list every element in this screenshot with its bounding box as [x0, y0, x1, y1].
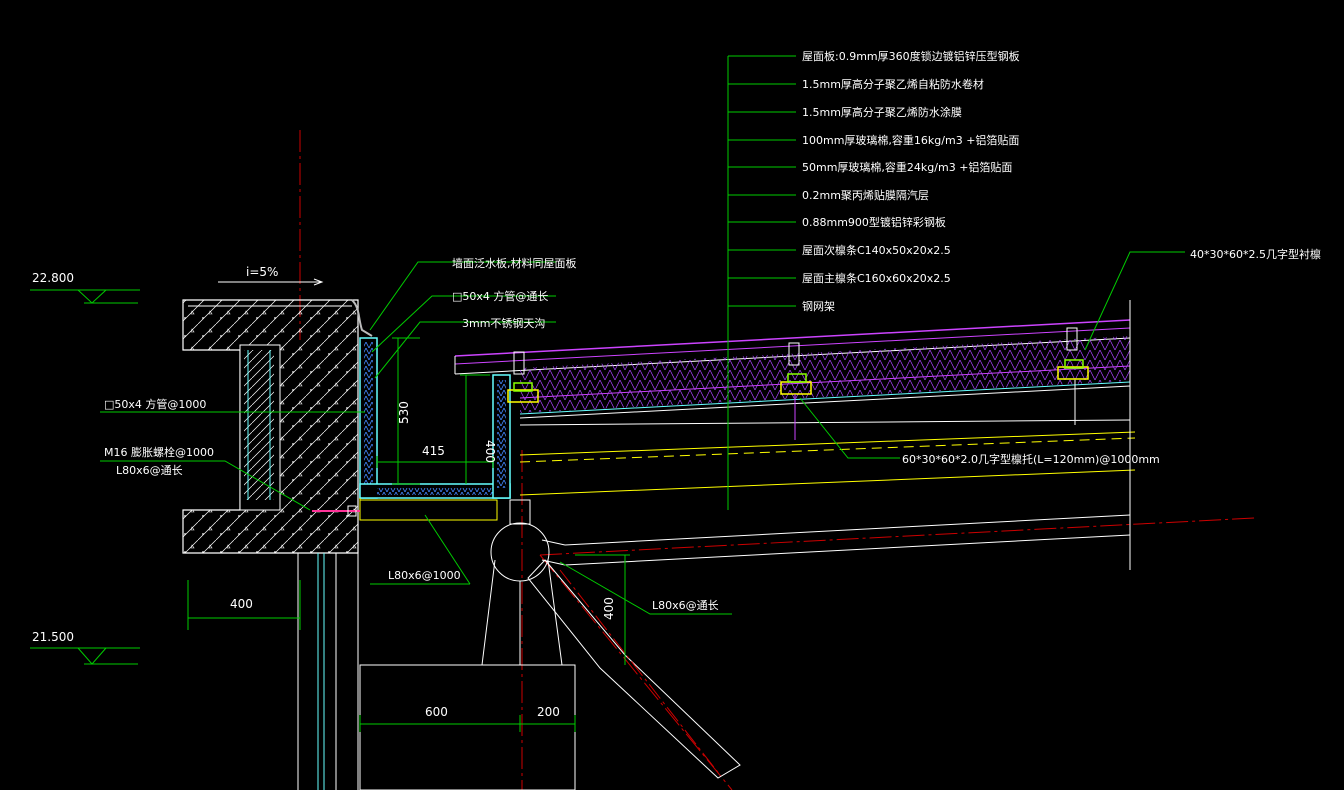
cad-roof-eave-detail: 22.800 21.500 i=5% 530 415 400 400 400 6… — [30, 49, 1321, 790]
callout-angle-1000: L80x6@1000 — [388, 569, 461, 582]
callout-purlin-support: 60*30*60*2.0几字型檩托(L=120mm)@1000mm — [902, 452, 1160, 466]
purlin-lines — [519, 300, 1136, 570]
layer-label: 1.5mm厚高分子聚乙烯防水涂膜 — [802, 105, 962, 119]
layer-label: 屋面主檩条C160x60x20x2.5 — [802, 271, 951, 285]
lower-wall — [297, 553, 359, 790]
layer-label: 1.5mm厚高分子聚乙烯自粘防水卷材 — [802, 77, 984, 91]
layer-label: 屋面次檩条C140x50x20x2.5 — [802, 243, 951, 257]
layer-label: 屋面板:0.9mm厚360度锁边镀铝锌压型钢板 — [802, 49, 1020, 63]
layer-leader — [727, 55, 796, 510]
callout-angle-long: L80x6@通长 — [116, 464, 183, 477]
roof-sheet — [454, 319, 1131, 419]
dim-column-400: 400 — [602, 597, 616, 620]
callout-parapet-flashing: 墙面泛水板,材料同屋面板 — [452, 256, 577, 270]
steel-gutter — [359, 337, 511, 521]
dim-gutter-inner: 400 — [483, 440, 497, 463]
slope-label: i=5% — [246, 265, 278, 279]
layer-label: 100mm厚玻璃棉,容重16kg/m3 +铝箔贴面 — [802, 133, 1019, 147]
callout-omega-bracket: 40*30*60*2.5几字型衬檩 — [1190, 247, 1321, 261]
dim-base-600: 600 — [425, 705, 448, 719]
elevation-bottom-label: 21.500 — [32, 630, 74, 644]
dim-gutter-width: 415 — [422, 444, 445, 458]
elevation-top-label: 22.800 — [32, 271, 74, 285]
truss-chord — [541, 514, 1131, 566]
elevation-marker-bottom — [30, 647, 140, 665]
slope-arrow — [218, 278, 324, 286]
layer-labels: 屋面板:0.9mm厚360度锁边镀铝锌压型钢板 1.5mm厚高分子聚乙烯自粘防水… — [802, 49, 1020, 313]
callout-bolt: M16 膨胀螺栓@1000 — [104, 445, 214, 459]
dim-gutter-height: 530 — [397, 401, 411, 424]
dim-base-200: 200 — [537, 705, 560, 719]
callout-angle-right: L80x6@通长 — [652, 599, 719, 612]
callout-tube-top: □50x4 方管@通长 — [452, 289, 548, 303]
concrete-parapet — [182, 299, 359, 554]
dim-wall-400: 400 — [230, 597, 253, 611]
layer-label: 钢网架 — [802, 300, 835, 313]
layer-label: 50mm厚玻璃棉,容重24kg/m3 +铝箔贴面 — [802, 160, 1012, 174]
layer-label: 0.88mm900型镀铝锌彩钢板 — [802, 215, 946, 229]
elevation-marker-top — [30, 289, 140, 304]
callout-tube-left: □50x4 方管@1000 — [104, 397, 206, 411]
ball-joint — [359, 499, 741, 790]
layer-label: 0.2mm聚丙烯贴膜隔汽层 — [802, 188, 929, 202]
callout-steel-gutter: 3mm不锈钢天沟 — [462, 317, 545, 330]
